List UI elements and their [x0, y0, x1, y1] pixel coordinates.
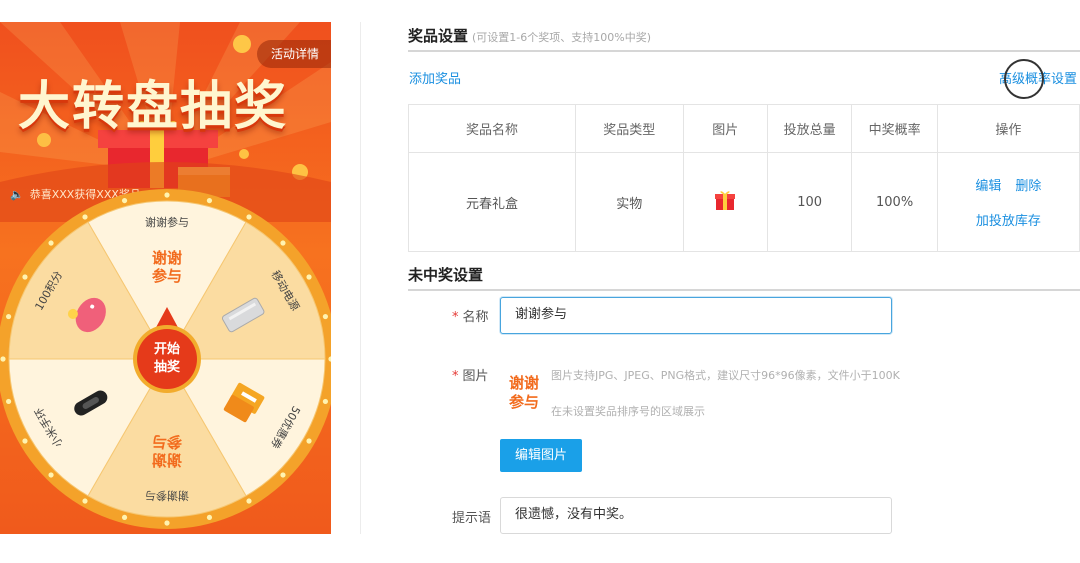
rim-light: [82, 498, 88, 504]
col-prize-type: 奖品类型: [574, 104, 684, 153]
col-probability: 中奖概率: [851, 104, 938, 153]
image-hint-format: 图片支持JPG、JPEG、PNG格式，建议尺寸96*96像素，文件小于100K: [551, 369, 900, 382]
required-mark: *: [452, 369, 459, 384]
rim-light: [280, 240, 286, 246]
no-win-image-preview: 谢谢 参与: [509, 374, 539, 411]
prize-settings-subtitle: (可设置1-6个奖项、支持100%中奖): [472, 31, 652, 44]
rim-light: [306, 274, 312, 280]
name-label-text: 名称: [462, 310, 489, 325]
prize-probability-cell: 100%: [851, 152, 938, 252]
rim-light: [0, 356, 6, 362]
rim-light: [82, 214, 88, 220]
prize-table-header: 奖品名称 奖品类型 图片 投放总量 中奖概率 操作: [408, 104, 1080, 153]
rim-light: [206, 197, 213, 204]
svg-text:参与: 参与: [152, 267, 182, 285]
tip-input[interactable]: 很遗憾，没有中奖。: [500, 497, 892, 534]
rim-light: [322, 398, 329, 405]
rim-light: [206, 514, 213, 521]
name-label: * 名称: [452, 306, 489, 325]
rim-light: [306, 438, 312, 444]
rim-light: [246, 498, 252, 504]
promo-panel: 活动详情 大转盘抽奖 🔈 恭喜XXX获得XXX奖品 谢谢参与 谢谢 参与 移动电源 50优…: [0, 22, 331, 534]
prize-table: 奖品名称 奖品类型 图片 投放总量 中奖概率 操作 元春礼盒 实物 100 10…: [408, 104, 1080, 252]
prize-name-cell: 元春礼盒: [408, 152, 576, 252]
thanks-text-icon: 谢谢参与: [152, 249, 182, 285]
required-mark: *: [452, 310, 459, 325]
thanks-text-icon: 谢谢参与: [152, 433, 182, 469]
prize-type-cell: 实物: [574, 152, 684, 252]
gift-box-icon: [715, 191, 736, 210]
spin-button[interactable]: [137, 329, 197, 389]
wheel-segment-label: 谢谢参与: [145, 215, 189, 229]
svg-text:参与: 参与: [509, 393, 539, 411]
cursor-highlight-ring: [1004, 59, 1044, 99]
rim-light: [322, 313, 329, 320]
prize-settings-heading: 奖品设置: [408, 27, 469, 45]
rim-light: [121, 197, 128, 204]
tip-label: 提示语: [452, 511, 492, 526]
delete-prize-link[interactable]: 删除: [1015, 175, 1041, 194]
image-label: * 图片: [452, 365, 489, 384]
edit-prize-link[interactable]: 编辑: [975, 175, 1001, 194]
spin-button-label: 抽奖: [154, 359, 181, 375]
svg-text:谢谢: 谢谢: [152, 451, 182, 469]
prize-quantity-cell: 100: [766, 152, 853, 252]
name-input[interactable]: 谢谢参与: [500, 297, 892, 334]
prize-image-cell: [682, 152, 768, 252]
no-win-settings-title: 未中奖设置: [408, 266, 484, 284]
prize-actions-cell: 编辑 删除 加投放库存: [936, 152, 1080, 252]
image-hint-display: 在未设置奖品排序号的区域展示: [551, 405, 705, 418]
add-prize-link[interactable]: 添加奖品: [409, 68, 461, 87]
svg-text:谢谢: 谢谢: [509, 374, 539, 392]
rim-light: [5, 313, 12, 320]
image-label-text: 图片: [462, 369, 489, 384]
rim-light: [280, 472, 286, 478]
panel-divider: [360, 22, 361, 534]
add-stock-link[interactable]: 加投放库存: [976, 210, 1041, 229]
rim-light: [22, 438, 28, 444]
svg-text:参与: 参与: [152, 433, 182, 451]
table-row: 元春礼盒 实物 100 100% 编辑 删除 加投放库存: [408, 152, 1080, 252]
svg-text:谢谢: 谢谢: [152, 249, 182, 267]
wheel-segment-label: 谢谢参与: [145, 489, 189, 503]
col-image: 图片: [682, 104, 768, 153]
spin-button-label: 开始: [154, 341, 180, 357]
rim-light: [164, 520, 170, 526]
rim-light: [48, 240, 54, 246]
rim-light: [121, 514, 128, 521]
rim-light: [164, 192, 170, 198]
edit-image-button[interactable]: 编辑图片: [500, 439, 582, 472]
rim-light: [246, 214, 252, 220]
rim-light: [48, 472, 54, 478]
rim-light: [22, 274, 28, 280]
col-prize-name: 奖品名称: [408, 104, 576, 153]
prize-settings-title: 奖品设置 (可设置1-6个奖项、支持100%中奖): [408, 25, 651, 46]
col-actions: 操作: [936, 104, 1080, 153]
col-quantity: 投放总量: [766, 104, 853, 153]
prize-wheel: 谢谢参与谢谢参与 移动电源50优惠券谢谢参与谢谢参与小米手环100积分开始抽奖: [0, 189, 331, 529]
section-divider: [408, 289, 1080, 291]
section-divider: [408, 50, 1080, 52]
rim-light: [5, 398, 12, 405]
